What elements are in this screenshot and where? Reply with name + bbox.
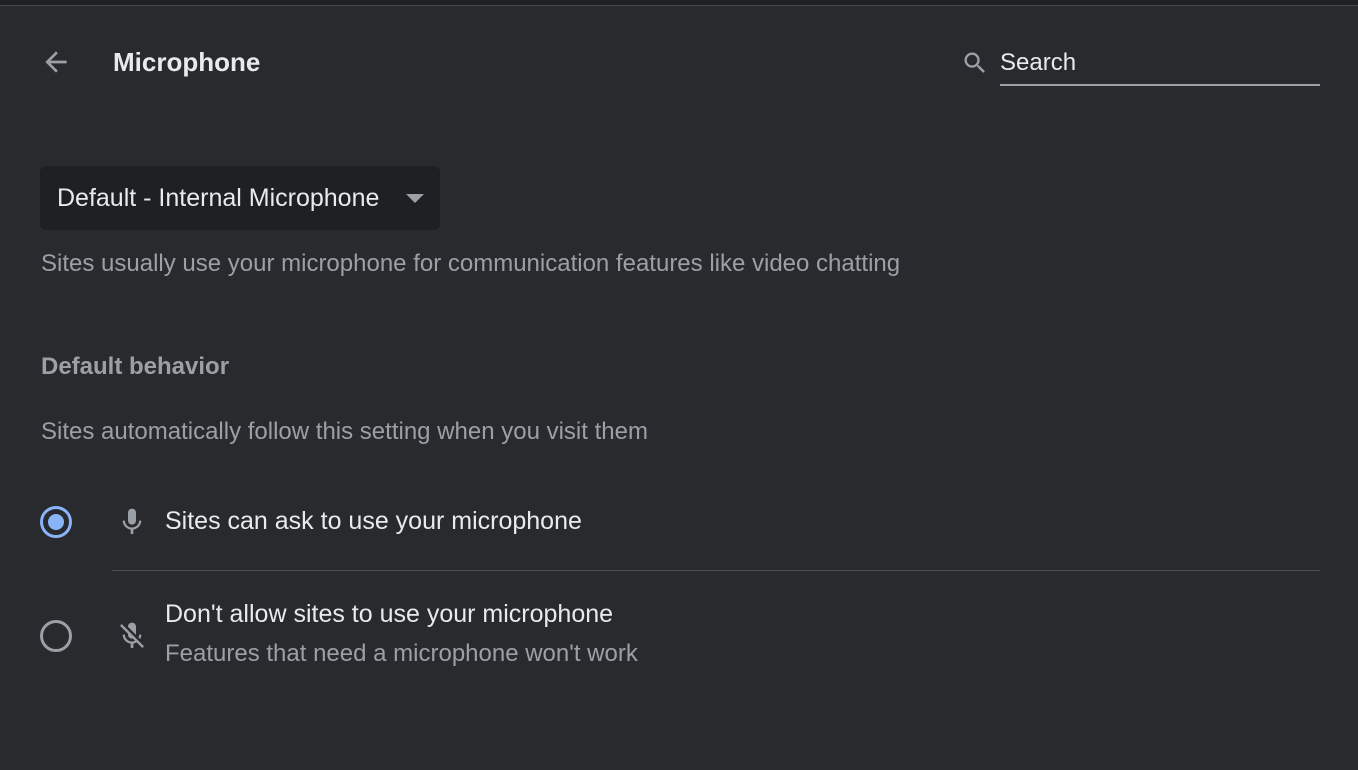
option-dont-allow[interactable]: Don't allow sites to use your microphone… xyxy=(36,596,1320,676)
microphone-description: Sites usually use your microphone for co… xyxy=(41,250,901,277)
default-behavior-subtext: Sites automatically follow this setting … xyxy=(41,418,648,445)
settings-page: Microphone Default - Internal Microphone… xyxy=(0,0,1358,770)
caret-down-icon xyxy=(406,194,424,203)
back-button[interactable] xyxy=(36,42,76,82)
page-title: Microphone xyxy=(113,47,261,77)
option-label: Sites can ask to use your microphone xyxy=(165,507,582,535)
search-box xyxy=(958,42,1320,88)
search-input[interactable] xyxy=(1000,42,1320,86)
device-select-value: Default - Internal Microphone xyxy=(57,183,380,212)
top-divider xyxy=(0,0,1358,6)
microphone-device-select[interactable]: Default - Internal Microphone xyxy=(40,166,440,230)
radio-dont-allow[interactable] xyxy=(40,620,72,652)
option-label: Don't allow sites to use your microphone xyxy=(165,600,614,628)
default-behavior-heading: Default behavior xyxy=(41,353,230,380)
option-divider xyxy=(112,570,1320,571)
microphone-off-icon xyxy=(114,618,150,654)
arrow-back-icon xyxy=(45,51,67,73)
radio-sites-can-ask[interactable] xyxy=(40,506,72,538)
microphone-icon xyxy=(114,504,150,540)
option-sublabel: Features that need a microphone won't wo… xyxy=(165,640,638,667)
search-icon[interactable] xyxy=(960,48,990,78)
option-sites-can-ask[interactable]: Sites can ask to use your microphone xyxy=(36,495,1320,549)
